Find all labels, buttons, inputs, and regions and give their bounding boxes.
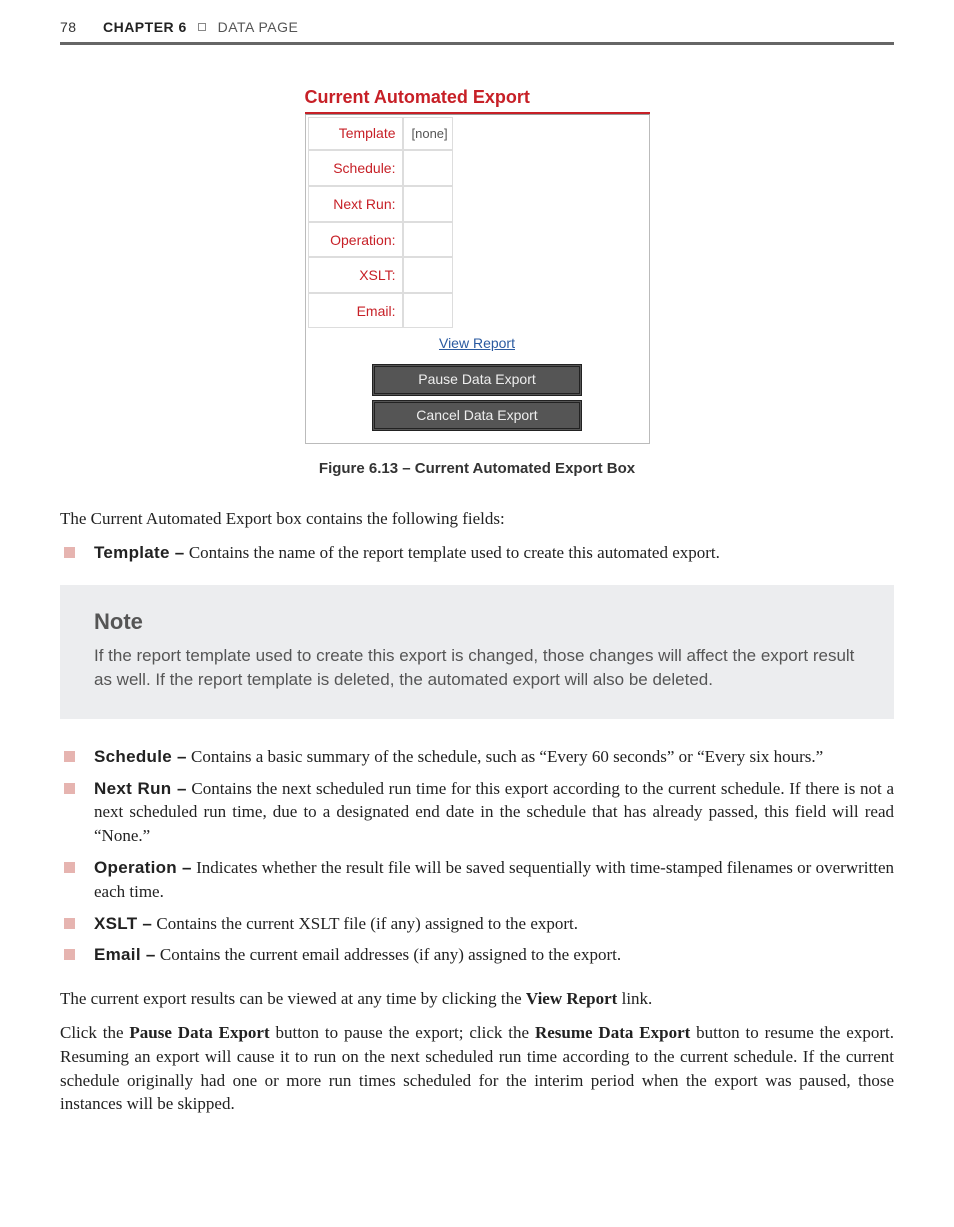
list-item-label: Template – bbox=[94, 543, 185, 562]
pause-bold: Pause Data Export bbox=[129, 1023, 269, 1042]
list-item-text: Contains the next scheduled run time for… bbox=[94, 779, 894, 846]
operation-field[interactable] bbox=[408, 225, 448, 245]
template-label: Template bbox=[308, 117, 403, 151]
list-item: Next Run – Contains the next scheduled r… bbox=[60, 777, 894, 848]
view-report-link[interactable]: View Report bbox=[439, 334, 515, 354]
list-item-text: Contains the current XSLT file (if any) … bbox=[152, 914, 578, 933]
list-item: XSLT – Contains the current XSLT file (i… bbox=[60, 912, 894, 936]
nextrun-label: Next Run: bbox=[308, 186, 403, 222]
list-item-text: Indicates whether the result file will b… bbox=[94, 858, 894, 901]
note-box: Note If the report template used to crea… bbox=[60, 585, 894, 719]
screenshot-title: Current Automated Export bbox=[305, 85, 650, 114]
list-item: Operation – Indicates whether the result… bbox=[60, 856, 894, 904]
field-list-2: Schedule – Contains a basic summary of t… bbox=[60, 745, 894, 967]
field-list-1: Template – Contains the name of the repo… bbox=[60, 541, 894, 565]
figure-caption: Figure 6.13 – Current Automated Export B… bbox=[60, 458, 894, 479]
email-label: Email: bbox=[308, 293, 403, 329]
chapter-title: DATA PAGE bbox=[218, 19, 299, 35]
email-field[interactable] bbox=[408, 296, 448, 316]
page-number: 78 bbox=[60, 19, 77, 35]
schedule-field[interactable] bbox=[408, 153, 448, 173]
list-item: Email – Contains the current email addre… bbox=[60, 943, 894, 967]
square-icon bbox=[198, 23, 206, 31]
xslt-label: XSLT: bbox=[308, 257, 403, 293]
schedule-label: Schedule: bbox=[308, 150, 403, 186]
view-report-paragraph: The current export results can be viewed… bbox=[60, 987, 894, 1011]
running-header: 78 CHAPTER 6 DATA PAGE bbox=[60, 18, 894, 45]
list-item-label: Operation – bbox=[94, 858, 192, 877]
pause-paragraph: Click the Pause Data Export button to pa… bbox=[60, 1021, 894, 1116]
list-item-label: XSLT – bbox=[94, 914, 152, 933]
resume-bold: Resume Data Export bbox=[535, 1023, 690, 1042]
template-field[interactable]: [none] bbox=[408, 125, 448, 145]
pause-data-export-button[interactable]: Pause Data Export bbox=[372, 364, 582, 396]
view-report-bold: View Report bbox=[526, 989, 617, 1008]
list-item-text: Contains a basic summary of the schedule… bbox=[187, 747, 823, 766]
operation-label: Operation: bbox=[308, 222, 403, 258]
note-title: Note bbox=[94, 607, 860, 638]
list-item: Schedule – Contains a basic summary of t… bbox=[60, 745, 894, 769]
note-body: If the report template used to create th… bbox=[94, 644, 860, 693]
chapter-label: CHAPTER 6 bbox=[103, 19, 187, 35]
list-item: Template – Contains the name of the repo… bbox=[60, 541, 894, 565]
list-item-text: Contains the current email addresses (if… bbox=[156, 945, 621, 964]
screenshot-box: Current Automated Export Template [none]… bbox=[305, 85, 650, 445]
intro-paragraph: The Current Automated Export box contain… bbox=[60, 507, 894, 531]
list-item-label: Schedule – bbox=[94, 747, 187, 766]
list-item-label: Next Run – bbox=[94, 779, 187, 798]
xslt-field[interactable] bbox=[408, 260, 448, 280]
cancel-data-export-button[interactable]: Cancel Data Export bbox=[372, 400, 582, 432]
nextrun-field[interactable] bbox=[408, 189, 448, 209]
list-item-label: Email – bbox=[94, 945, 156, 964]
list-item-text: Contains the name of the report template… bbox=[185, 543, 720, 562]
